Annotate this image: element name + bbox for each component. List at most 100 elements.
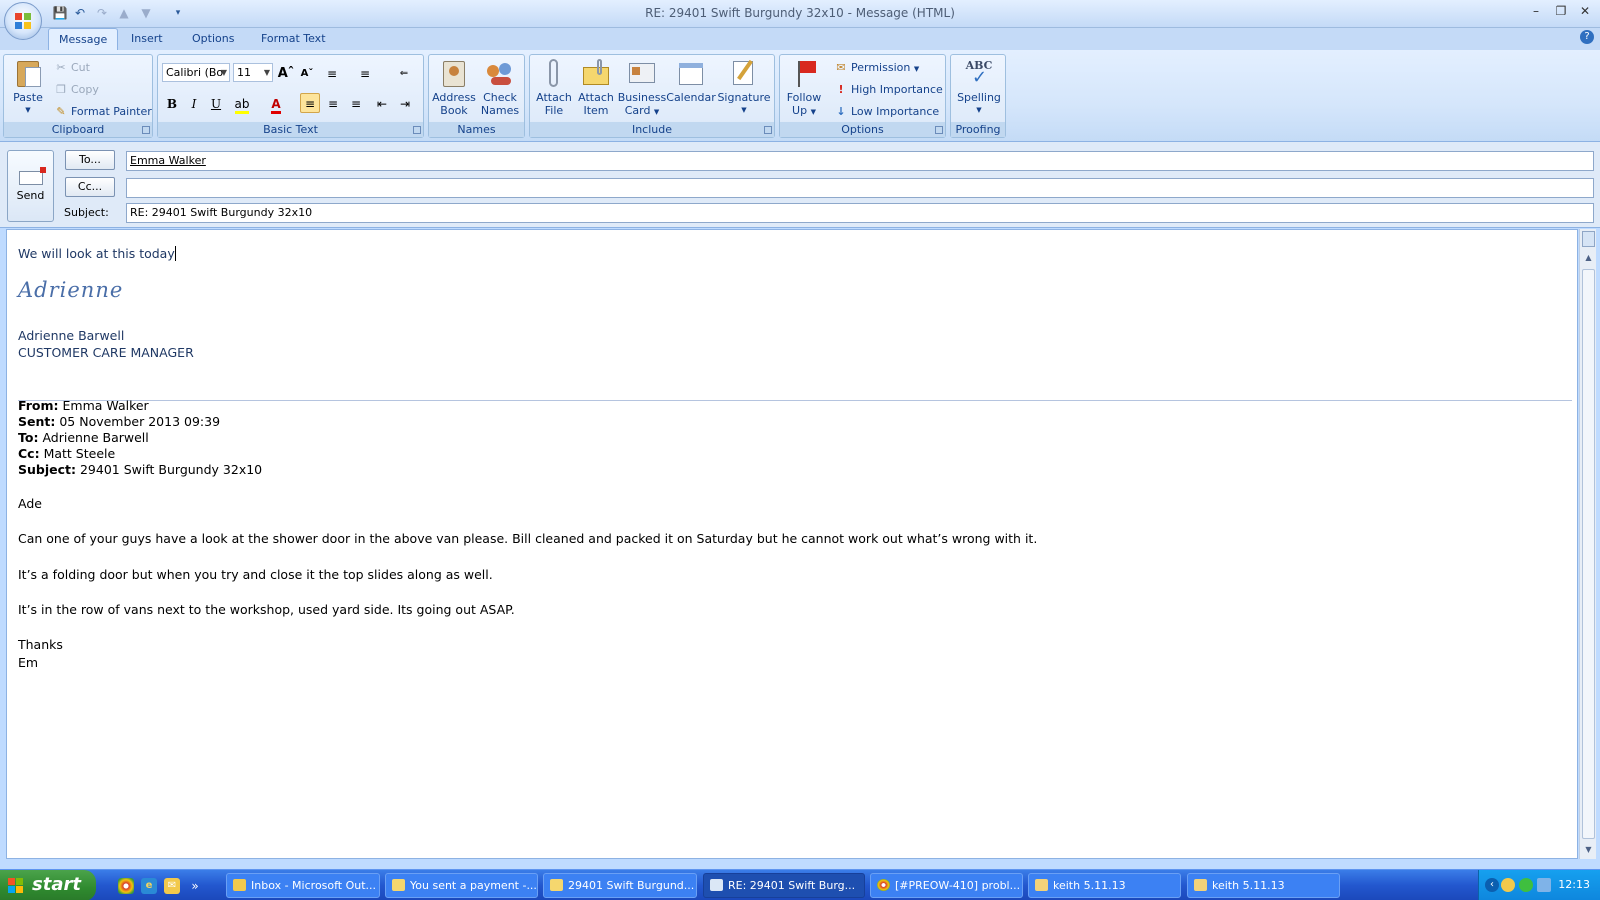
align-center-icon[interactable]: ≡ <box>323 93 343 113</box>
underline-button[interactable]: U <box>206 93 226 113</box>
low-importance-label: Low Importance <box>851 105 940 118</box>
shrink-font-button[interactable]: Aˇ <box>297 63 317 83</box>
names-group-label: Names <box>429 122 524 137</box>
clock[interactable]: 12:13 <box>1558 878 1590 891</box>
signature-script: Adrienne <box>18 278 124 302</box>
signature-button[interactable]: Signature ▼ <box>716 57 772 117</box>
copy-button[interactable]: ❐ Copy <box>54 81 99 99</box>
tab-options[interactable]: Options <box>182 28 244 50</box>
taskbar-item-payment[interactable]: You sent a payment -... <box>385 873 538 898</box>
taskbar-item-inbox[interactable]: Inbox - Microsoft Out... <box>226 873 380 898</box>
attach-item-button[interactable]: Attach Item <box>574 57 618 117</box>
cut-button[interactable]: ✂ Cut <box>54 59 90 77</box>
options-launcher-icon[interactable] <box>935 126 943 134</box>
minimize-button[interactable]: – <box>1525 4 1547 22</box>
ribbon-tabs: Message Insert Options Format Text ? <box>0 28 1600 50</box>
clipboard-group-label: Clipboard <box>4 122 152 137</box>
bold-button[interactable]: B <box>162 93 182 113</box>
cut-label: Cut <box>71 61 90 74</box>
vertical-scrollbar[interactable]: ▲ ▼ <box>1579 229 1596 859</box>
address-book-label-1: Address <box>432 91 476 104</box>
font-color-icon[interactable]: A <box>266 93 286 114</box>
check-names-label-2: Names <box>480 104 520 117</box>
bullets-icon[interactable]: ≡ <box>322 63 342 83</box>
copy-icon: ❐ <box>56 83 66 96</box>
subject-field[interactable]: RE: 29401 Swift Burgundy 32x10 <box>126 203 1594 223</box>
clear-formatting-icon[interactable]: ⇐ <box>394 63 414 83</box>
help-icon[interactable]: ? <box>1580 30 1594 44</box>
chrome-icon[interactable] <box>118 878 134 894</box>
spelling-label: Spelling <box>957 91 1001 104</box>
tray-network-icon[interactable] <box>1537 878 1551 892</box>
taskbar-item-chrome[interactable]: [#PREOW-410] probl... <box>870 873 1023 898</box>
paste-button[interactable]: Paste ▼ <box>8 57 48 117</box>
text-caret <box>174 246 176 261</box>
internet-explorer-icon[interactable]: e <box>141 878 157 894</box>
office-button[interactable] <box>4 2 42 40</box>
taskbar-item-folder-1[interactable]: keith 5.11.13 <box>1028 873 1181 898</box>
format-painter-button[interactable]: ✎ Format Painter <box>54 103 151 121</box>
close-button[interactable]: ✕ <box>1574 4 1596 22</box>
start-button[interactable]: start <box>0 870 96 900</box>
calendar-button[interactable]: Calendar <box>666 57 716 104</box>
check-names-button[interactable]: Check Names <box>478 57 522 117</box>
paste-label: Paste <box>13 91 43 104</box>
permission-button[interactable]: ✉ Permission ▼ <box>834 59 919 77</box>
message-body[interactable]: We will look at this today Adrienne Adri… <box>6 229 1578 859</box>
align-left-icon[interactable]: ≡ <box>300 93 320 113</box>
scroll-up-icon[interactable]: ▲ <box>1582 251 1595 264</box>
chevron-down-icon: ▼ <box>263 68 270 77</box>
follow-up-label-1: Follow <box>786 91 822 104</box>
include-launcher-icon[interactable] <box>764 126 772 134</box>
include-group-label: Include <box>530 122 774 137</box>
tab-insert[interactable]: Insert <box>121 28 173 50</box>
quicklaunch-more-icon[interactable]: » <box>190 878 200 894</box>
attach-file-button[interactable]: Attach File <box>532 57 576 117</box>
to-field[interactable]: Emma Walker <box>126 151 1594 171</box>
cc-button[interactable]: Cc... <box>65 177 115 197</box>
cc-field[interactable] <box>126 178 1594 198</box>
send-button[interactable]: Send <box>7 150 54 222</box>
taskbar-item-reply[interactable]: RE: 29401 Swift Burg... <box>703 873 865 898</box>
outlook-quicklaunch-icon[interactable]: ✉ <box>164 878 180 894</box>
tray-collapse-icon[interactable]: ‹ <box>1485 878 1499 892</box>
font-name-select[interactable]: Calibri (Bo ▼ <box>162 63 230 82</box>
checkmark-icon: ✓ <box>972 67 988 88</box>
permission-icon: ✉ <box>836 61 846 74</box>
envelope-icon <box>581 57 611 89</box>
tray-outlook-icon[interactable] <box>1501 878 1515 892</box>
tab-format-text[interactable]: Format Text <box>251 28 336 50</box>
restore-button[interactable]: ❐ <box>1550 4 1572 22</box>
numbering-icon[interactable]: ≡ <box>355 63 375 83</box>
font-size-select[interactable]: 11 ▼ <box>233 63 273 82</box>
signature-title: CUSTOMER CARE MANAGER <box>18 345 194 360</box>
original-paragraph-3: It’s in the row of vans next to the work… <box>18 602 515 617</box>
italic-button[interactable]: I <box>184 93 204 113</box>
tab-message[interactable]: Message <box>48 28 119 50</box>
grow-font-button[interactable]: Aˆ <box>276 63 296 83</box>
ruler-toggle-icon[interactable] <box>1582 231 1595 247</box>
check-names-label-1: Check <box>483 91 517 104</box>
clipboard-launcher-icon[interactable] <box>142 126 150 134</box>
decrease-indent-icon[interactable]: ⇤ <box>372 93 392 113</box>
chevron-down-icon: ▼ <box>913 65 920 73</box>
high-importance-button[interactable]: ! High Importance <box>834 81 942 99</box>
taskbar-item-folder-2[interactable]: keith 5.11.13 <box>1187 873 1340 898</box>
increase-indent-icon[interactable]: ⇥ <box>395 93 415 113</box>
original-subject: Subject: 29401 Swift Burgundy 32x10 <box>18 462 263 477</box>
business-card-button[interactable]: Business Card ▼ <box>616 57 668 119</box>
follow-up-button[interactable]: Follow Up ▼ <box>782 57 826 119</box>
chevron-down-icon: ▼ <box>741 106 747 114</box>
to-button[interactable]: To... <box>65 150 115 170</box>
spelling-button[interactable]: ABC ✓ Spelling ▼ <box>954 57 1004 117</box>
highlight-icon[interactable]: ab <box>232 93 252 114</box>
scroll-thumb[interactable] <box>1582 269 1595 839</box>
align-right-icon[interactable]: ≡ <box>346 93 366 113</box>
address-book-button[interactable]: Address Book <box>432 57 476 117</box>
tray-status-icon[interactable] <box>1519 878 1533 892</box>
scroll-down-icon[interactable]: ▼ <box>1582 843 1595 856</box>
basic-text-launcher-icon[interactable] <box>413 126 421 134</box>
low-importance-button[interactable]: ↓ Low Importance <box>834 103 939 121</box>
taskbar-item-message[interactable]: 29401 Swift Burgund... <box>543 873 697 898</box>
to-recipient[interactable]: Emma Walker <box>130 154 206 167</box>
